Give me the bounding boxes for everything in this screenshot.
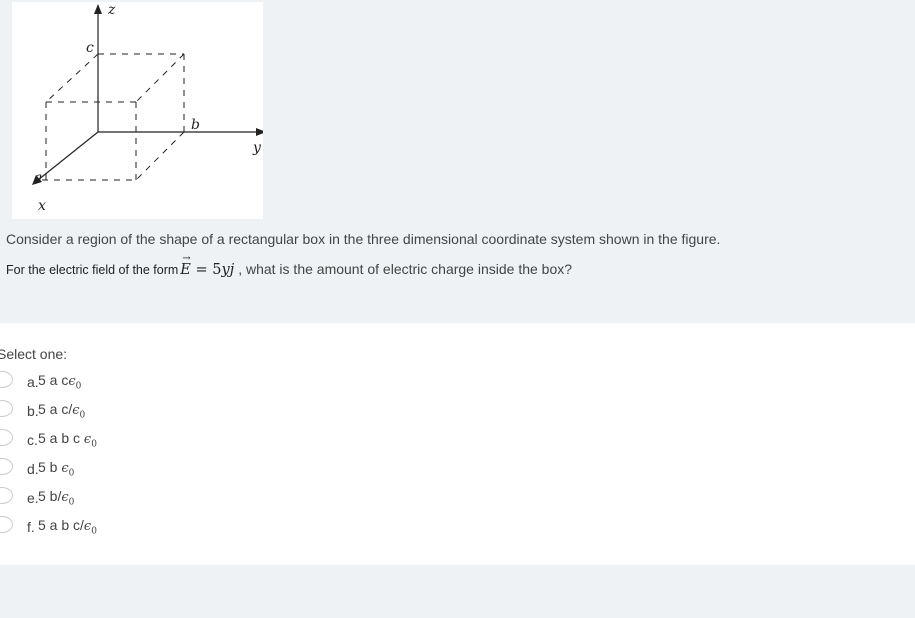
- option-letter: d.: [27, 460, 39, 477]
- label-c: c: [86, 40, 94, 56]
- option-letter: f.: [27, 518, 35, 535]
- x-axis: [37, 131, 99, 181]
- radio-button[interactable]: [0, 400, 13, 417]
- option-text: 5 a c/ϵ0: [38, 401, 85, 421]
- question-line2-prefix: For the electric field of the form: [6, 263, 179, 277]
- field-equation: E = 5yj: [180, 253, 235, 278]
- field-eq: = 5: [190, 262, 222, 278]
- radio-button[interactable]: [0, 371, 13, 388]
- option-letter: c.: [27, 431, 38, 448]
- label-y: y: [252, 140, 262, 156]
- select-one-label: Select one:: [0, 346, 68, 362]
- question-text-line2: For the electric field of the form E = 5…: [6, 253, 573, 278]
- radio-button[interactable]: [0, 458, 13, 475]
- option-value: 5 b: [38, 458, 62, 475]
- label-x: x: [38, 198, 46, 214]
- epsilon-symbol: ϵ0: [61, 460, 75, 479]
- dashed-box-edges: [42, 53, 185, 181]
- option-value: 5 b/: [38, 487, 62, 504]
- field-E: E: [180, 253, 191, 278]
- question-line2-suffix: , what is the amount of electric charge …: [238, 261, 573, 277]
- option-letter: e.: [27, 489, 39, 506]
- epsilon-symbol: ϵ0: [83, 431, 97, 450]
- question-panel: z y x a b c Consider a region of the sha…: [0, 0, 915, 323]
- option-text: 5 b ϵ0: [38, 459, 74, 479]
- option-value: 5 a b c: [38, 429, 84, 446]
- field-j: j: [229, 262, 235, 278]
- option-text: 5 a b c ϵ0: [38, 430, 97, 450]
- bottom-panel: [0, 565, 915, 618]
- option-value: 5 a c/: [38, 400, 73, 417]
- option-text: 5 a b c/ϵ0: [38, 517, 97, 537]
- epsilon-symbol: ϵ0: [83, 518, 97, 537]
- answer-panel: Select one: a. 5 a cϵ0 b. 5 a c/ϵ0 c. 5 …: [0, 323, 915, 565]
- option-value: 5 a c: [38, 371, 69, 388]
- radio-button[interactable]: [0, 516, 13, 533]
- y-arrowhead: [256, 128, 263, 136]
- label-a: a: [34, 170, 42, 186]
- option-text: 5 b/ϵ0: [38, 488, 74, 508]
- field-y: y: [221, 262, 230, 278]
- option-text: 5 a cϵ0: [38, 372, 81, 392]
- option-value: 5 a b c/: [38, 516, 84, 533]
- question-text-line1: Consider a region of the shape of a rect…: [6, 231, 721, 247]
- label-b: b: [191, 117, 200, 133]
- coordinate-box-figure: z y x a b c: [12, 2, 263, 219]
- radio-button[interactable]: [0, 429, 13, 446]
- epsilon-symbol: ϵ0: [68, 373, 82, 392]
- epsilon-symbol: ϵ0: [61, 489, 75, 508]
- radio-button[interactable]: [0, 487, 13, 504]
- z-arrowhead: [94, 4, 102, 14]
- option-letter: b.: [27, 402, 39, 419]
- option-letter: a.: [27, 373, 39, 390]
- epsilon-symbol: ϵ0: [72, 402, 86, 421]
- label-z: z: [107, 2, 116, 18]
- box-diagram: z y x a b c: [32, 2, 263, 214]
